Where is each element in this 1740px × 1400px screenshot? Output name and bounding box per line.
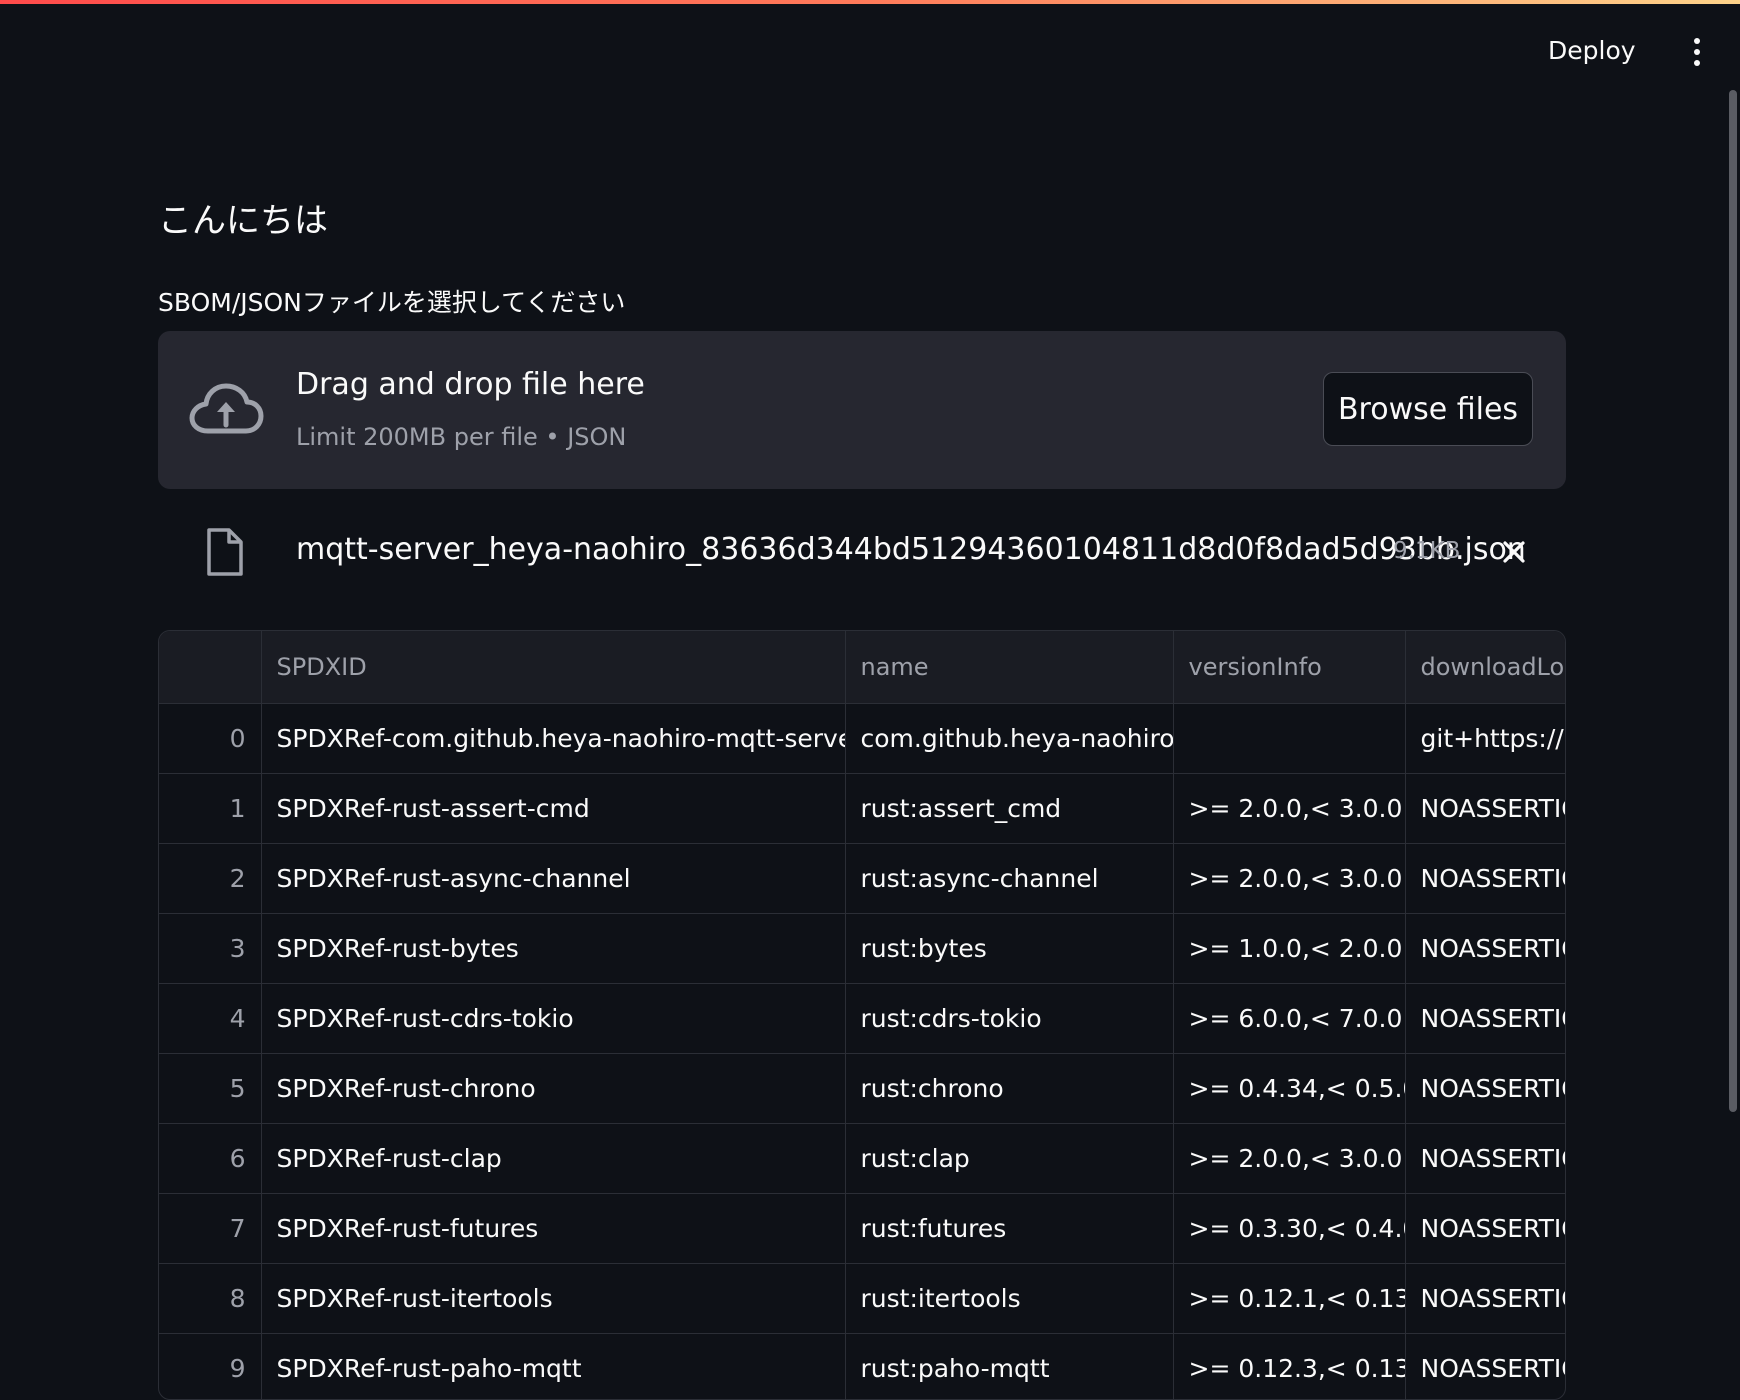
cell-name[interactable]: rust:chrono bbox=[845, 1053, 1174, 1124]
file-icon bbox=[207, 528, 243, 576]
cell-downloadlocation[interactable]: NOASSERTION bbox=[1405, 1123, 1565, 1194]
cell-versioninfo[interactable]: >= 1.0.0,< 2.0.0 bbox=[1173, 913, 1406, 984]
cell-spdxid[interactable]: SPDXRef-rust-paho-mqtt bbox=[261, 1333, 846, 1399]
row-index: 7 bbox=[159, 1193, 262, 1264]
page-title: こんにちは bbox=[158, 201, 328, 241]
file-dropzone[interactable]: Drag and drop file here Limit 200MB per … bbox=[158, 331, 1566, 489]
cell-name[interactable]: rust:itertools bbox=[845, 1263, 1174, 1334]
data-table: SPDXID name versionInfo downloadLo 0 SPDX… bbox=[159, 631, 1565, 1399]
cell-versioninfo[interactable] bbox=[1173, 703, 1406, 774]
column-header-spdxid[interactable]: SPDXID bbox=[261, 631, 846, 704]
row-index: 3 bbox=[159, 913, 262, 984]
cell-versioninfo[interactable]: >= 0.4.34,< 0.5.0 bbox=[1173, 1053, 1406, 1124]
cell-name[interactable]: rust:async-channel bbox=[845, 843, 1174, 914]
cell-name[interactable]: rust:assert_cmd bbox=[845, 773, 1174, 844]
cell-spdxid[interactable]: SPDXRef-rust-itertools bbox=[261, 1263, 846, 1334]
column-header-versioninfo[interactable]: versionInfo bbox=[1173, 631, 1406, 704]
cell-name[interactable]: rust:paho-mqtt bbox=[845, 1333, 1174, 1399]
uploaded-file-size: 9.1KB bbox=[1393, 538, 1461, 564]
cell-downloadlocation[interactable]: NOASSERTION bbox=[1405, 773, 1565, 844]
dropzone-title: Drag and drop file here bbox=[296, 367, 645, 402]
cell-spdxid[interactable]: SPDXRef-rust-clap bbox=[261, 1123, 846, 1194]
close-icon[interactable] bbox=[1498, 536, 1530, 568]
cell-versioninfo[interactable]: >= 6.0.0,< 7.0.0 bbox=[1173, 983, 1406, 1054]
app-header: Deploy bbox=[0, 4, 1740, 94]
cell-spdxid[interactable]: SPDXRef-rust-futures bbox=[261, 1193, 846, 1264]
cell-versioninfo[interactable]: >= 2.0.0,< 3.0.0 bbox=[1173, 843, 1406, 914]
cell-spdxid[interactable]: SPDXRef-com.github.heya-naohiro-mqtt-ser… bbox=[261, 703, 846, 774]
cell-spdxid[interactable]: SPDXRef-rust-async-channel bbox=[261, 843, 846, 914]
cell-downloadlocation[interactable]: NOASSERTION bbox=[1405, 1193, 1565, 1264]
cell-versioninfo[interactable]: >= 2.0.0,< 3.0.0 bbox=[1173, 773, 1406, 844]
table-row[interactable]: 4 SPDXRef-rust-cdrs-tokio rust:cdrs-tokio >… bbox=[159, 983, 1565, 1054]
cell-name[interactable]: com.github.heya-naohiro/mqtt-server bbox=[845, 703, 1174, 774]
cloud-upload-icon bbox=[189, 383, 264, 434]
cell-downloadlocation[interactable]: NOASSERTION bbox=[1405, 983, 1565, 1054]
scrollbar-thumb[interactable] bbox=[1729, 90, 1737, 1112]
row-index: 8 bbox=[159, 1263, 262, 1334]
cell-spdxid[interactable]: SPDXRef-rust-bytes bbox=[261, 913, 846, 984]
cell-name[interactable]: rust:futures bbox=[845, 1193, 1174, 1264]
cell-downloadlocation[interactable]: NOASSERTION bbox=[1405, 1333, 1565, 1399]
cell-spdxid[interactable]: SPDXRef-rust-assert-cmd bbox=[261, 773, 846, 844]
kebab-menu-icon[interactable] bbox=[1685, 32, 1709, 72]
table-row[interactable]: 6 SPDXRef-rust-clap rust:clap >= 2.0.0,< 3.… bbox=[159, 1123, 1565, 1194]
cell-versioninfo[interactable]: >= 0.12.3,< 0.13.0 bbox=[1173, 1333, 1406, 1399]
column-header-name[interactable]: name bbox=[845, 631, 1174, 704]
cell-versioninfo[interactable]: >= 0.3.30,< 0.4.0 bbox=[1173, 1193, 1406, 1264]
table-header-row: SPDXID name versionInfo downloadLo bbox=[159, 631, 1565, 704]
cell-spdxid[interactable]: SPDXRef-rust-cdrs-tokio bbox=[261, 983, 846, 1054]
cell-downloadlocation[interactable]: NOASSERTION bbox=[1405, 843, 1565, 914]
table-row[interactable]: 2 SPDXRef-rust-async-channel rust:async-ch… bbox=[159, 843, 1565, 914]
row-index: 1 bbox=[159, 773, 262, 844]
cell-spdxid[interactable]: SPDXRef-rust-chrono bbox=[261, 1053, 846, 1124]
table-row[interactable]: 7 SPDXRef-rust-futures rust:futures >= 0.3.… bbox=[159, 1193, 1565, 1264]
row-index: 9 bbox=[159, 1333, 262, 1399]
cell-downloadlocation[interactable]: NOASSERTION bbox=[1405, 913, 1565, 984]
table-row[interactable]: 0 SPDXRef-com.github.heya-naohiro-mqtt-se… bbox=[159, 703, 1565, 774]
scrollbar[interactable] bbox=[1726, 90, 1740, 1392]
cell-name[interactable]: rust:bytes bbox=[845, 913, 1174, 984]
table-row[interactable]: 8 SPDXRef-rust-itertools rust:itertools >= … bbox=[159, 1263, 1565, 1334]
cell-versioninfo[interactable]: >= 0.12.1,< 0.13.0 bbox=[1173, 1263, 1406, 1334]
table-row[interactable]: 5 SPDXRef-rust-chrono rust:chrono >= 0.4.34… bbox=[159, 1053, 1565, 1124]
row-index: 0 bbox=[159, 703, 262, 774]
uploaded-file-row: mqtt-server_heya-naohiro_83636d344bd5129… bbox=[158, 522, 1566, 582]
file-uploader-label: SBOM/JSONファイルを選択してください bbox=[158, 288, 626, 317]
dataframe-table[interactable]: SPDXID name versionInfo downloadLo 0 SPDX… bbox=[158, 630, 1566, 1400]
column-header-downloadlocation[interactable]: downloadLo bbox=[1405, 631, 1565, 704]
row-index: 5 bbox=[159, 1053, 262, 1124]
row-index: 6 bbox=[159, 1123, 262, 1194]
uploaded-file-name: mqtt-server_heya-naohiro_83636d344bd5129… bbox=[296, 532, 1526, 567]
row-index: 4 bbox=[159, 983, 262, 1054]
dropzone-limit-text: Limit 200MB per file • JSON bbox=[296, 423, 627, 451]
cell-downloadlocation[interactable]: NOASSERTION bbox=[1405, 1263, 1565, 1334]
table-row[interactable]: 1 SPDXRef-rust-assert-cmd rust:assert_cmd >… bbox=[159, 773, 1565, 844]
cell-downloadlocation[interactable]: git+https://github.com bbox=[1405, 703, 1565, 774]
cell-versioninfo[interactable]: >= 2.0.0,< 3.0.0 bbox=[1173, 1123, 1406, 1194]
cell-name[interactable]: rust:cdrs-tokio bbox=[845, 983, 1174, 1054]
table-row[interactable]: 3 SPDXRef-rust-bytes rust:bytes >= 1.0.0,< … bbox=[159, 913, 1565, 984]
table-row[interactable]: 9 SPDXRef-rust-paho-mqtt rust:paho-mqtt >= … bbox=[159, 1333, 1565, 1399]
browse-files-button[interactable]: Browse files bbox=[1323, 372, 1533, 446]
row-index: 2 bbox=[159, 843, 262, 914]
deploy-button[interactable]: Deploy bbox=[1538, 30, 1646, 71]
column-header-index[interactable] bbox=[159, 631, 262, 704]
cell-downloadlocation[interactable]: NOASSERTION bbox=[1405, 1053, 1565, 1124]
cell-name[interactable]: rust:clap bbox=[845, 1123, 1174, 1194]
